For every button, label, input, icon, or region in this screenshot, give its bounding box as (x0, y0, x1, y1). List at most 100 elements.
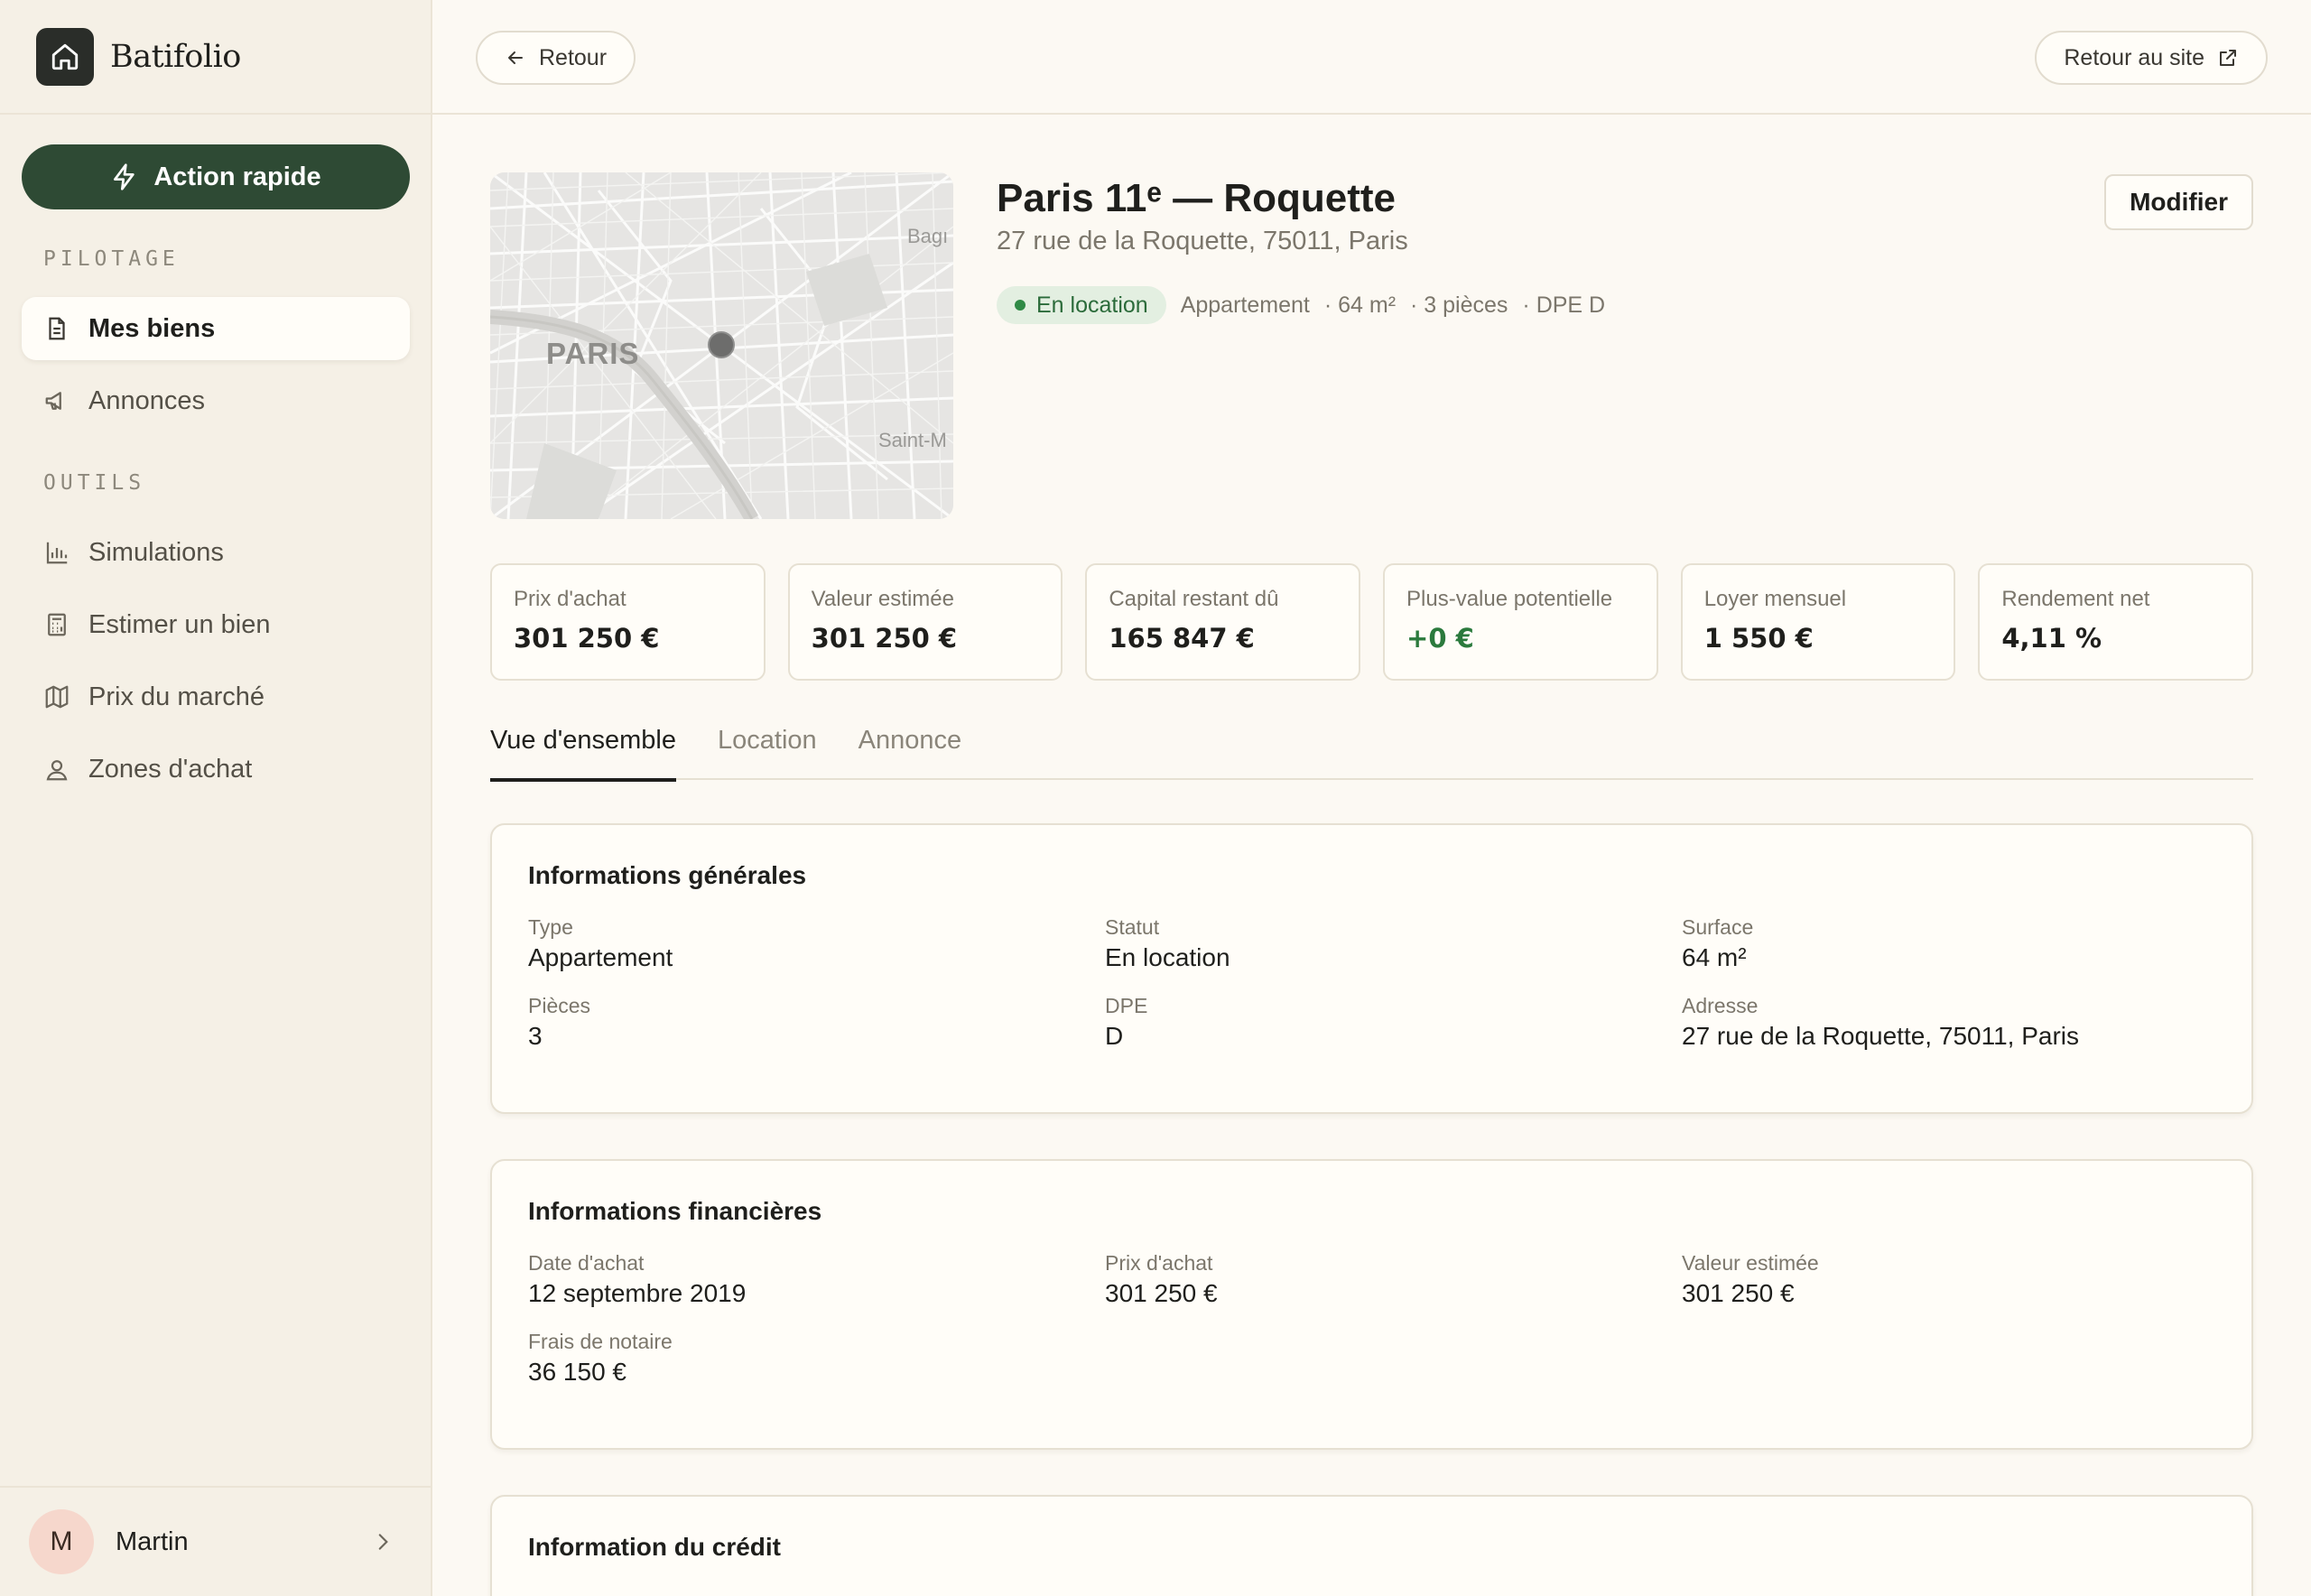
field: Pièces 3 (528, 994, 1105, 1051)
nav-item-label: Simulations (88, 537, 224, 567)
topbar: Retour Retour au site (432, 0, 2311, 115)
kpi-value: 1 550 € (1703, 623, 1814, 654)
field-value: 27 rue de la Roquette, 75011, Paris (1682, 1022, 2080, 1050)
field-label: Prix d'achat (1105, 1251, 1213, 1275)
kpi-label: Rendement net (2001, 587, 2150, 611)
field-label: Surface (1682, 915, 1754, 939)
quick-action-label: Action rapide (153, 162, 321, 191)
field: DPE D (1105, 994, 1682, 1051)
field: Date d'achat 12 septembre 2019 (528, 1251, 1105, 1308)
meta-type: Appartement (1180, 292, 1310, 318)
bar-chart-icon (46, 542, 68, 564)
field: Surface 64 m² (1682, 915, 2223, 972)
map-label-bottom-right: Saint-M (878, 429, 947, 451)
brand-name: Batifolio (110, 38, 241, 75)
field: Valeur estimée 301 250 € (1682, 1251, 2223, 1308)
card-title: Informations financières (528, 1197, 822, 1225)
field-value: 12 septembre 2019 (528, 1279, 747, 1307)
property-meta: En location Appartement · 64 m² · 3 pièc… (997, 286, 1605, 324)
external-link-icon (2220, 50, 2236, 66)
kpi-card: Rendement net 4,11 % (1978, 563, 2254, 681)
nav-section-pilotage: PILOTAGE (43, 247, 180, 271)
financial-info-card: Informations financières Date d'achat 12… (490, 1159, 2253, 1450)
general-info-card: Informations générales Type Appartement … (490, 823, 2253, 1114)
field: Adresse 27 rue de la Roquette, 75011, Pa… (1682, 994, 2223, 1051)
calculator-icon (48, 613, 66, 636)
nav-item-simulations[interactable]: Simulations (22, 521, 410, 584)
field: Prix d'achat 301 250 € (1105, 1251, 1682, 1308)
nav-section-outils: OUTILS (43, 471, 146, 495)
map-label-city: PARIS (546, 337, 639, 370)
field-label: Valeur estimée (1682, 1251, 1819, 1275)
field-value: 3 (528, 1022, 543, 1050)
back-to-site-label: Retour au site (2064, 44, 2204, 70)
card-title: Information du crédit (528, 1533, 781, 1561)
nav-item-label: Estimer un bien (88, 609, 271, 639)
field: Type Appartement (528, 915, 1105, 972)
status-badge-label: En location (1036, 292, 1148, 318)
nav-item-label: Mes biens (88, 313, 216, 343)
meta-dpe: · DPE D (1522, 292, 1606, 318)
kpi-label: Prix d'achat (514, 587, 626, 611)
credit-info-card: Information du crédit (490, 1495, 2253, 1596)
kpi-value: +0 € (1406, 623, 1474, 654)
property-address: 27 rue de la Roquette, 75011, Paris (997, 227, 1408, 255)
status-dot (1015, 300, 1026, 311)
back-button-label: Retour (539, 44, 608, 70)
field-label: Pièces (528, 994, 591, 1017)
nav-item-prix-marche[interactable]: Prix du marché (22, 665, 410, 728)
tab-bar: Vue d'ensemble Location Annonce (490, 722, 2253, 782)
field-value: 36 150 € (528, 1358, 626, 1386)
nav-item-estimer[interactable]: Estimer un bien (22, 593, 410, 656)
field-grid: Date d'achat 12 septembre 2019 Prix d'ac… (528, 1251, 2251, 1387)
kpi-value: 301 250 € (811, 623, 958, 654)
kpi-value: 4,11 % (2001, 623, 2102, 654)
tab-overview[interactable]: Vue d'ensemble (490, 722, 676, 782)
kpi-label: Plus-value potentielle (1406, 587, 1613, 611)
field-label: DPE (1105, 994, 1148, 1017)
nav-item-label: Annonces (88, 385, 205, 415)
lightning-icon (114, 163, 135, 190)
sidebar: Batifolio Action rapide PILOTAGE Mes bie… (0, 0, 432, 1596)
megaphone-icon (45, 392, 61, 410)
card-title: Informations générales (528, 861, 807, 889)
field-label: Adresse (1682, 994, 1759, 1017)
field-value: 301 250 € (1105, 1279, 1218, 1307)
kpi-label: Valeur estimée (811, 587, 954, 611)
quick-action-button[interactable]: Action rapide (22, 144, 410, 209)
map-pin-icon (46, 760, 68, 781)
user-name: Martin (116, 1526, 189, 1556)
arrow-left-icon (508, 51, 523, 64)
meta-rooms: · 3 pièces (1410, 292, 1508, 318)
property-title: Paris 11ᵉ — Roquette (997, 176, 1397, 220)
nav-item-zones[interactable]: Zones d'achat (22, 738, 410, 801)
kpi-label: Capital restant dû (1109, 587, 1279, 611)
user-menu[interactable]: M Martin (0, 1486, 431, 1596)
kpi-card: Plus-value potentielle +0 € (1383, 563, 1658, 681)
tab-annonce[interactable]: Annonce (859, 722, 962, 780)
field-value: 301 250 € (1682, 1279, 1795, 1307)
kpi-value: 301 250 € (514, 623, 660, 654)
meta-surface: · 64 m² (1323, 292, 1397, 318)
chevron-right-icon (378, 1534, 388, 1550)
field-value: Appartement (528, 943, 673, 971)
kpi-card: Loyer mensuel 1 550 € (1680, 563, 1956, 681)
avatar: M (29, 1509, 94, 1574)
kpi-row: Prix d'achat 301 250 € Valeur estimée 30… (490, 563, 2254, 681)
document-icon (49, 317, 65, 340)
edit-button[interactable]: Modifier (2104, 174, 2253, 230)
kpi-card: Prix d'achat 301 250 € (490, 563, 766, 681)
map-label-top-right: Bagı (907, 225, 948, 247)
status-badge: En location (997, 286, 1166, 324)
home-icon (36, 27, 94, 86)
back-button[interactable]: Retour (476, 31, 636, 85)
nav-item-annonces[interactable]: Annonces (22, 369, 410, 432)
property-map[interactable]: PARIS Bagı Saint-M (490, 172, 953, 519)
nav-item-mes-biens[interactable]: Mes biens (22, 297, 410, 360)
field-label: Frais de notaire (528, 1330, 673, 1353)
back-to-site-button[interactable]: Retour au site (2035, 31, 2268, 85)
field-label: Statut (1105, 915, 1160, 939)
tab-location[interactable]: Location (718, 722, 817, 780)
brand[interactable]: Batifolio (0, 0, 431, 115)
kpi-card: Capital restant dû 165 847 € (1085, 563, 1361, 681)
